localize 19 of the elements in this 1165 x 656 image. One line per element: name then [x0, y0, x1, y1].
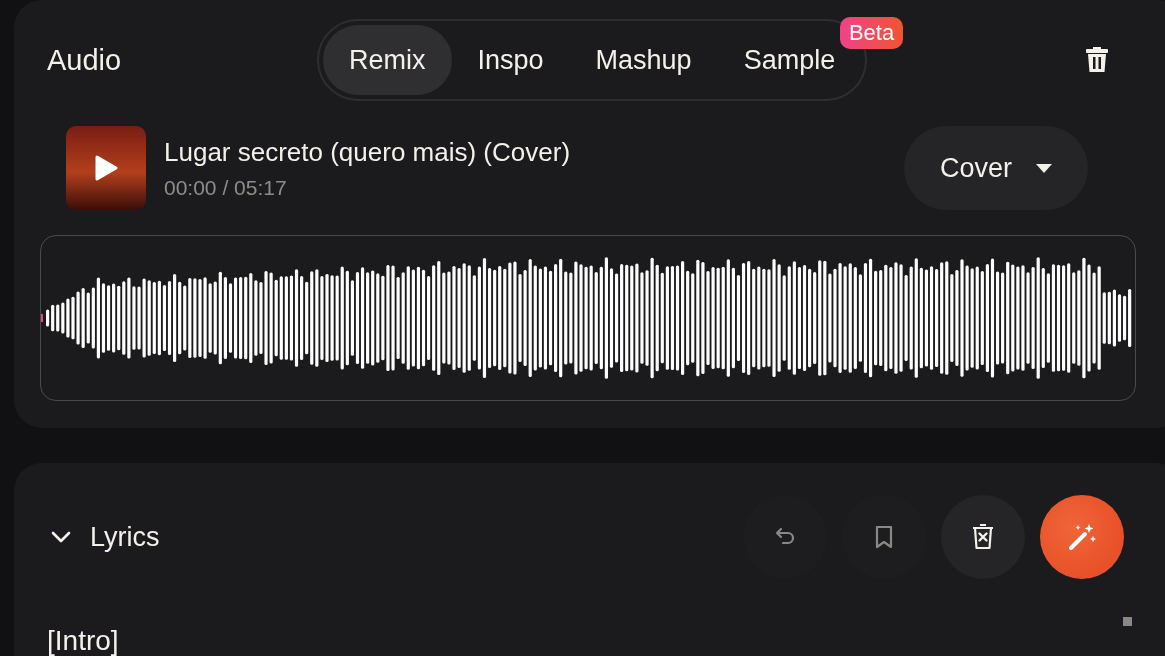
trash-icon	[1086, 47, 1109, 73]
trash-x-icon	[972, 524, 994, 550]
caret-icon	[1036, 163, 1052, 173]
bookmark-icon	[873, 525, 895, 549]
lyrics-toggle[interactable]: Lyrics	[50, 517, 743, 557]
panel-title: Audio	[46, 43, 123, 77]
mode-dropdown[interactable]: Cover	[904, 126, 1088, 210]
album-art-play-button[interactable]	[66, 126, 146, 210]
track-title: Lugar secreto (quero mais) (Cover)	[164, 136, 572, 168]
chevron-down-icon	[50, 530, 72, 544]
mode-tab[interactable]: Inspo	[451, 25, 570, 95]
mode-tab[interactable]: Mashup	[569, 25, 718, 95]
beta-badge: Beta	[839, 17, 904, 49]
track-time: 00:00 / 05:17	[164, 175, 288, 200]
play-icon	[94, 155, 118, 181]
mode-tab[interactable]: Remix	[323, 25, 452, 95]
magic-wand-icon	[1067, 522, 1097, 552]
lyrics-text: [Intro]	[47, 625, 119, 656]
resize-handle-icon[interactable]	[1122, 617, 1132, 626]
